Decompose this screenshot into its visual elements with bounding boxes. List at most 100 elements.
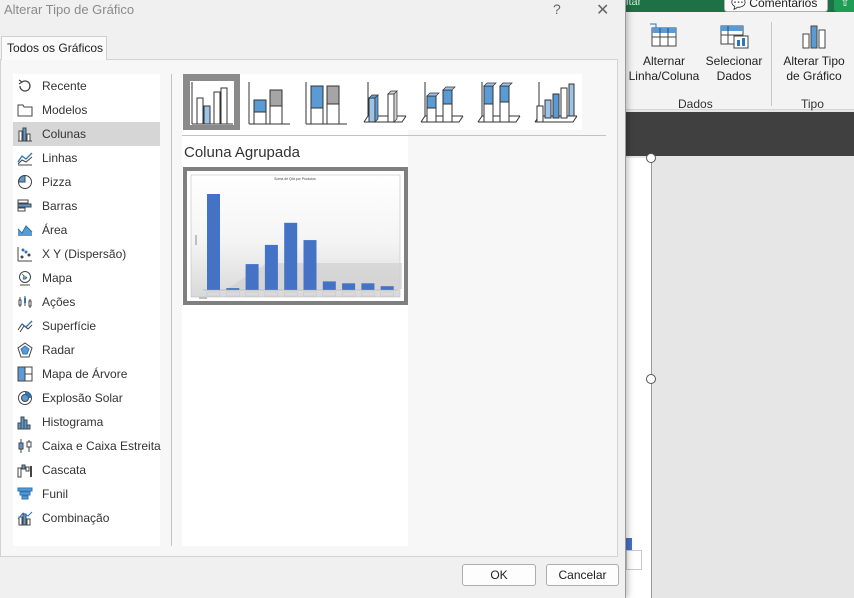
3d-clustered-column-icon	[363, 82, 407, 123]
category-explosao-solar[interactable]: Explosão Solar	[13, 386, 160, 410]
cancel-button[interactable]: Cancelar	[546, 564, 619, 586]
category-dispersao[interactable]: X Y (Dispersão)	[13, 242, 160, 266]
category-label: Funil	[42, 487, 69, 501]
category-linhas[interactable]: Linhas	[13, 146, 160, 170]
scatter-chart-icon	[17, 247, 32, 262]
bar-chart-icon	[17, 199, 32, 212]
select-label-line1: Selecionar	[705, 54, 763, 68]
category-label: Modelos	[42, 103, 88, 117]
chart-preview-canvas: Soma de Qtd por Produtos	[187, 171, 404, 301]
preview-bar	[207, 194, 220, 290]
3d-column-icon	[534, 82, 578, 123]
clustered-column-icon	[190, 81, 234, 125]
category-label: Combinação	[42, 511, 110, 525]
switch-row-column-button[interactable]: Alternar Linha/Coluna	[626, 22, 702, 84]
preview-bar	[303, 240, 317, 290]
chart-category-list: Recente Modelos Colunas Linhas Pizza Bar…	[13, 74, 161, 546]
category-modelos[interactable]: Modelos	[13, 98, 160, 122]
select-data-button[interactable]: Selecionar Dados	[702, 22, 766, 84]
category-recente[interactable]: Recente	[13, 74, 160, 98]
resize-handle-right[interactable]	[646, 374, 656, 384]
preview-bar	[322, 281, 336, 290]
worksheet-area	[626, 156, 854, 598]
preview-chart-svg: Soma de Qtd por Produtos	[190, 174, 402, 299]
subtype-stacked-column[interactable]	[240, 74, 297, 130]
ribbon-group-type-label: Tipo	[801, 97, 824, 111]
category-mapa[interactable]: Mapa	[13, 266, 160, 290]
dialog-title: Alterar Tipo de Gráfico	[4, 2, 135, 17]
stacked-100-column-icon	[305, 82, 347, 125]
worksheet-cell[interactable]	[626, 550, 642, 570]
chart-bar-fragment	[626, 538, 632, 550]
share-button[interactable]: ⇧	[834, 0, 854, 12]
category-pizza[interactable]: Pizza	[13, 170, 160, 194]
surface-chart-icon	[17, 320, 33, 333]
category-superficie[interactable]: Superfície	[13, 314, 160, 338]
subtype-name: Coluna Agrupada	[184, 144, 300, 161]
stacked-column-icon	[248, 82, 290, 125]
subtype-3d-column[interactable]	[525, 74, 582, 130]
ribbon-separator	[771, 22, 772, 106]
category-barras[interactable]: Barras	[13, 194, 160, 218]
category-histograma[interactable]: Histograma	[13, 410, 160, 434]
change-label-line1: Alterar Tipo	[783, 54, 845, 68]
preview-bar	[226, 288, 240, 290]
category-funil[interactable]: Funil	[13, 482, 160, 506]
category-label: Ações	[42, 295, 76, 309]
switch-row-column-icon	[650, 23, 677, 47]
combo-chart-icon	[17, 511, 33, 526]
sunburst-chart-icon	[18, 391, 32, 405]
subtype-clustered-column[interactable]	[183, 74, 240, 130]
histogram-chart-icon	[17, 416, 31, 430]
category-area[interactable]: Área	[13, 218, 160, 242]
preview-bar	[284, 222, 298, 290]
category-label: Mapa	[42, 271, 73, 285]
preview-bar	[361, 283, 375, 290]
change-chart-type-dialog: Alterar Tipo de Gráfico ? ✕ Todos os Grá…	[0, 0, 626, 598]
subtype-100-stacked-column[interactable]	[297, 74, 354, 130]
category-label: Barras	[42, 199, 78, 213]
change-chart-type-button[interactable]: Alterar Tipo de Gráfico	[776, 22, 852, 84]
category-label: Recente	[42, 79, 87, 93]
category-colunas[interactable]: Colunas	[13, 122, 160, 146]
category-label: Histograma	[42, 415, 104, 429]
category-combinacao[interactable]: Combinação	[13, 506, 160, 530]
chart-preview[interactable]: Soma de Qtd por Produtos	[183, 167, 408, 305]
tab-all-charts[interactable]: Todos os Gráficos	[1, 36, 107, 60]
category-label: Explosão Solar	[42, 391, 123, 405]
stock-chart-icon	[18, 296, 32, 308]
help-icon[interactable]: ?	[553, 1, 561, 17]
funnel-chart-icon	[17, 487, 33, 500]
category-label: Radar	[42, 343, 75, 357]
category-label: Mapa de Árvore	[42, 367, 128, 381]
close-icon[interactable]: ✕	[596, 0, 609, 20]
change-label-line2: de Gráfico	[786, 69, 842, 83]
subtype-separator	[182, 135, 606, 136]
comments-icon: 💬	[731, 0, 746, 10]
category-cascata[interactable]: Cascata	[13, 458, 160, 482]
category-acoes[interactable]: Ações	[13, 290, 160, 314]
subtype-3d-clustered-column[interactable]	[354, 74, 411, 130]
category-label: Colunas	[42, 127, 87, 141]
radar-chart-icon	[17, 342, 33, 358]
ribbon-group-data-label: Dados	[678, 97, 713, 111]
category-mapa-de-arvore[interactable]: Mapa de Árvore	[13, 362, 160, 386]
category-radar[interactable]: Radar	[13, 338, 160, 362]
pane-separator	[171, 74, 172, 546]
preview-chart-title: Soma de Qtd por Produtos	[274, 177, 316, 181]
preview-bar	[245, 264, 259, 290]
map-chart-icon	[19, 271, 31, 286]
subtype-3d-100-stacked-column[interactable]	[468, 74, 525, 130]
share-icon: ⇧	[840, 0, 850, 9]
category-label: Área	[42, 223, 68, 237]
ok-button[interactable]: OK	[462, 564, 536, 586]
subtype-3d-stacked-column[interactable]	[411, 74, 468, 130]
preview-bar	[264, 244, 278, 290]
category-label: X Y (Dispersão)	[42, 247, 127, 261]
formula-area-bar	[626, 112, 854, 156]
3d-stacked-column-icon	[420, 82, 464, 123]
category-caixa-estreita[interactable]: Caixa e Caixa Estreita	[13, 434, 161, 458]
box-whisker-chart-icon	[18, 439, 32, 453]
comments-button[interactable]: 💬 Comentários	[724, 0, 828, 12]
resize-handle-top[interactable]	[646, 153, 656, 163]
